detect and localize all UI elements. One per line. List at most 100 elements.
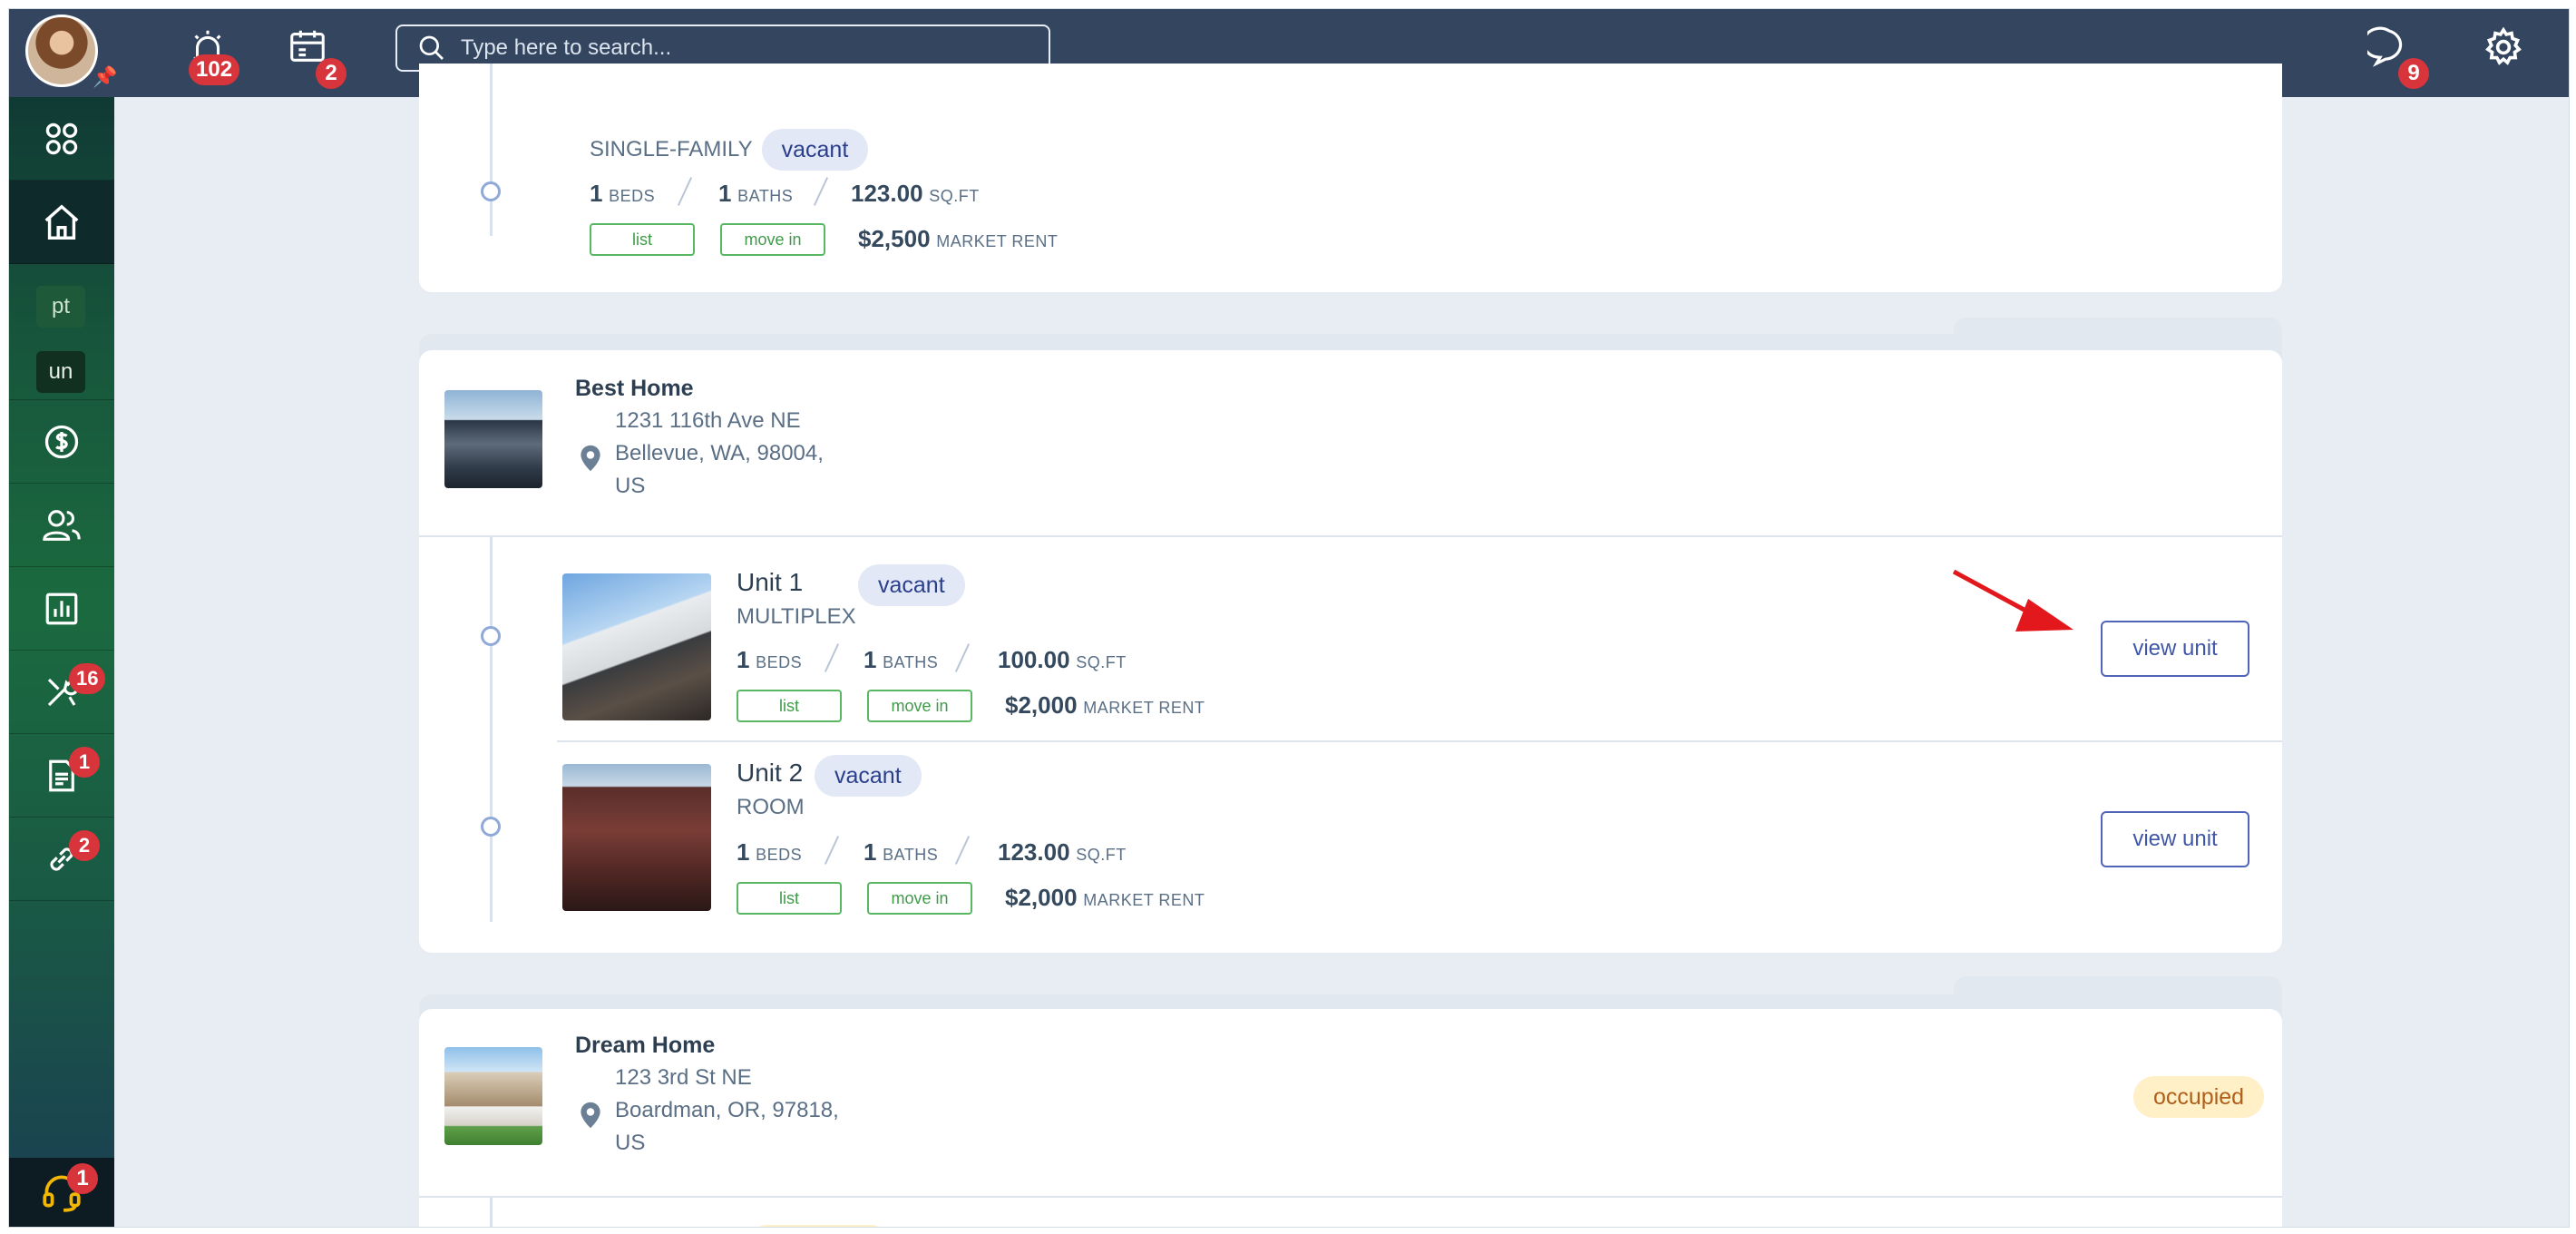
area-stat: 123.00 SQ.FT (851, 180, 980, 207)
rent-stat: $2,000 MARKET RENT (1005, 884, 1205, 911)
timeline-dot (481, 817, 501, 837)
unit-type: MULTIPLEX (737, 604, 856, 629)
address-line-2: Boardman, OR, 97818, (615, 1098, 839, 1122)
view-unit-button[interactable]: view unit (2101, 621, 2249, 677)
user-avatar[interactable] (25, 15, 98, 87)
divider (677, 177, 693, 206)
beds-stat: 1 BEDS (590, 180, 656, 207)
card-tab (1954, 976, 2282, 1013)
address-line-3: US (615, 474, 646, 498)
messages-button[interactable]: 9 (2367, 25, 2429, 89)
bar-chart-icon (45, 593, 78, 624)
rent-stat: $2,500 MARKET RENT (858, 225, 1059, 252)
divider (419, 535, 2282, 537)
property-card-previous: SINGLE-FAMILY vacant 1 BEDS 1 BATHS 123.… (419, 64, 2282, 292)
sidebar-item-people[interactable] (9, 484, 114, 567)
sidebar-item-home[interactable] (9, 181, 114, 264)
grid-icon (45, 122, 78, 154)
property-name[interactable]: Dream Home (575, 1033, 715, 1059)
calendar-button[interactable]: 2 (287, 25, 346, 89)
home-icon (44, 203, 79, 240)
unit-image[interactable] (562, 573, 711, 720)
status-badge: occupied (2133, 1076, 2265, 1118)
users-icon (43, 509, 81, 541)
pin-icon: 📌 (93, 65, 118, 88)
address-line-2: Bellevue, WA, 98004, (615, 441, 824, 465)
property-card-dream-home: Dream Home 123 3rd St NE Boardman, OR, 9… (419, 1009, 2282, 1227)
divider (954, 836, 971, 865)
partial-status-badge (753, 1225, 885, 1227)
sidebar-item-maintenance[interactable]: 16 (9, 651, 114, 734)
unit-name[interactable]: Unit 2 (737, 759, 803, 788)
area-stat: 100.00 SQ.FT (998, 646, 1127, 673)
support-button[interactable]: 1 (9, 1158, 114, 1227)
unit-type: SINGLE-FAMILY (590, 137, 753, 162)
search-icon (419, 35, 444, 60)
address-line-3: US (615, 1131, 646, 1155)
location-pin-icon (581, 445, 600, 472)
sidebar: pt un 16 1 2 1 (9, 97, 114, 1227)
card-tab (1954, 318, 2282, 354)
timeline-line (490, 1198, 493, 1227)
timeline-dot (481, 626, 501, 646)
list-button[interactable]: list (737, 690, 842, 722)
sidebar-item-documents[interactable]: 1 (9, 734, 114, 818)
baths-stat: 1 BATHS (864, 838, 939, 866)
area-stat: 123.00 SQ.FT (998, 838, 1127, 866)
search-input[interactable] (461, 32, 1032, 64)
status-badge: vacant (761, 129, 869, 171)
beds-stat: 1 BEDS (737, 838, 803, 866)
alerts-count-badge: 102 (189, 54, 240, 85)
move-in-button[interactable]: move in (720, 223, 825, 256)
app-window: 📌 102 2 9 (9, 9, 2569, 1227)
property-card-best-home: Best Home 1231 116th Ave NE Bellevue, WA… (419, 350, 2282, 953)
view-unit-button[interactable]: view unit (2101, 811, 2249, 867)
timeline-dot (481, 181, 501, 201)
support-count-badge: 1 (67, 1163, 98, 1194)
divider (954, 643, 971, 672)
list-button[interactable]: list (737, 882, 842, 915)
baths-stat: 1 BATHS (718, 180, 794, 207)
documents-count-badge: 1 (69, 747, 100, 778)
property-image[interactable] (444, 390, 542, 488)
baths-stat: 1 BATHS (864, 646, 939, 673)
alerts-button[interactable]: 102 (181, 25, 240, 85)
address-line-1: 123 3rd St NE (615, 1065, 752, 1090)
divider (419, 1196, 2282, 1198)
status-badge: vacant (815, 755, 922, 797)
move-in-button[interactable]: move in (867, 882, 972, 915)
unit-image[interactable] (562, 764, 711, 911)
sidebar-item-reports[interactable] (9, 567, 114, 651)
location-pin-icon (581, 1102, 600, 1129)
sidebar-item-payments[interactable] (9, 400, 114, 484)
property-name[interactable]: Best Home (575, 376, 694, 402)
sidebar-item-links[interactable]: 2 (9, 818, 114, 901)
divider (813, 177, 829, 206)
divider (557, 740, 2282, 742)
beds-stat: 1 BEDS (737, 646, 803, 673)
address-line-1: 1231 116th Ave NE (615, 408, 801, 433)
divider (824, 836, 840, 865)
timeline-line (490, 537, 493, 922)
shortcut-chip-pt[interactable]: pt (36, 286, 85, 328)
divider (824, 643, 840, 672)
sidebar-shortcuts: pt un (9, 264, 114, 400)
list-button[interactable]: list (590, 223, 695, 256)
move-in-button[interactable]: move in (867, 690, 972, 722)
unit-header: SINGLE-FAMILY vacant (590, 129, 869, 171)
gear-icon (2485, 26, 2522, 65)
maintenance-count-badge: 16 (69, 663, 106, 694)
links-count-badge: 2 (69, 830, 100, 861)
status-badge: vacant (858, 564, 965, 606)
property-image[interactable] (444, 1047, 542, 1145)
unit-name[interactable]: Unit 1 (737, 568, 803, 597)
unit-type: ROOM (737, 795, 805, 819)
rent-stat: $2,000 MARKET RENT (1005, 691, 1205, 719)
sidebar-item-apps[interactable] (9, 97, 114, 181)
shortcut-chip-un[interactable]: un (36, 351, 85, 393)
dollar-circle-icon (44, 425, 79, 458)
timeline-line (490, 64, 493, 236)
calendar-count-badge: 2 (316, 58, 346, 89)
settings-button[interactable] (2482, 25, 2536, 80)
messages-count-badge: 9 (2398, 58, 2429, 89)
